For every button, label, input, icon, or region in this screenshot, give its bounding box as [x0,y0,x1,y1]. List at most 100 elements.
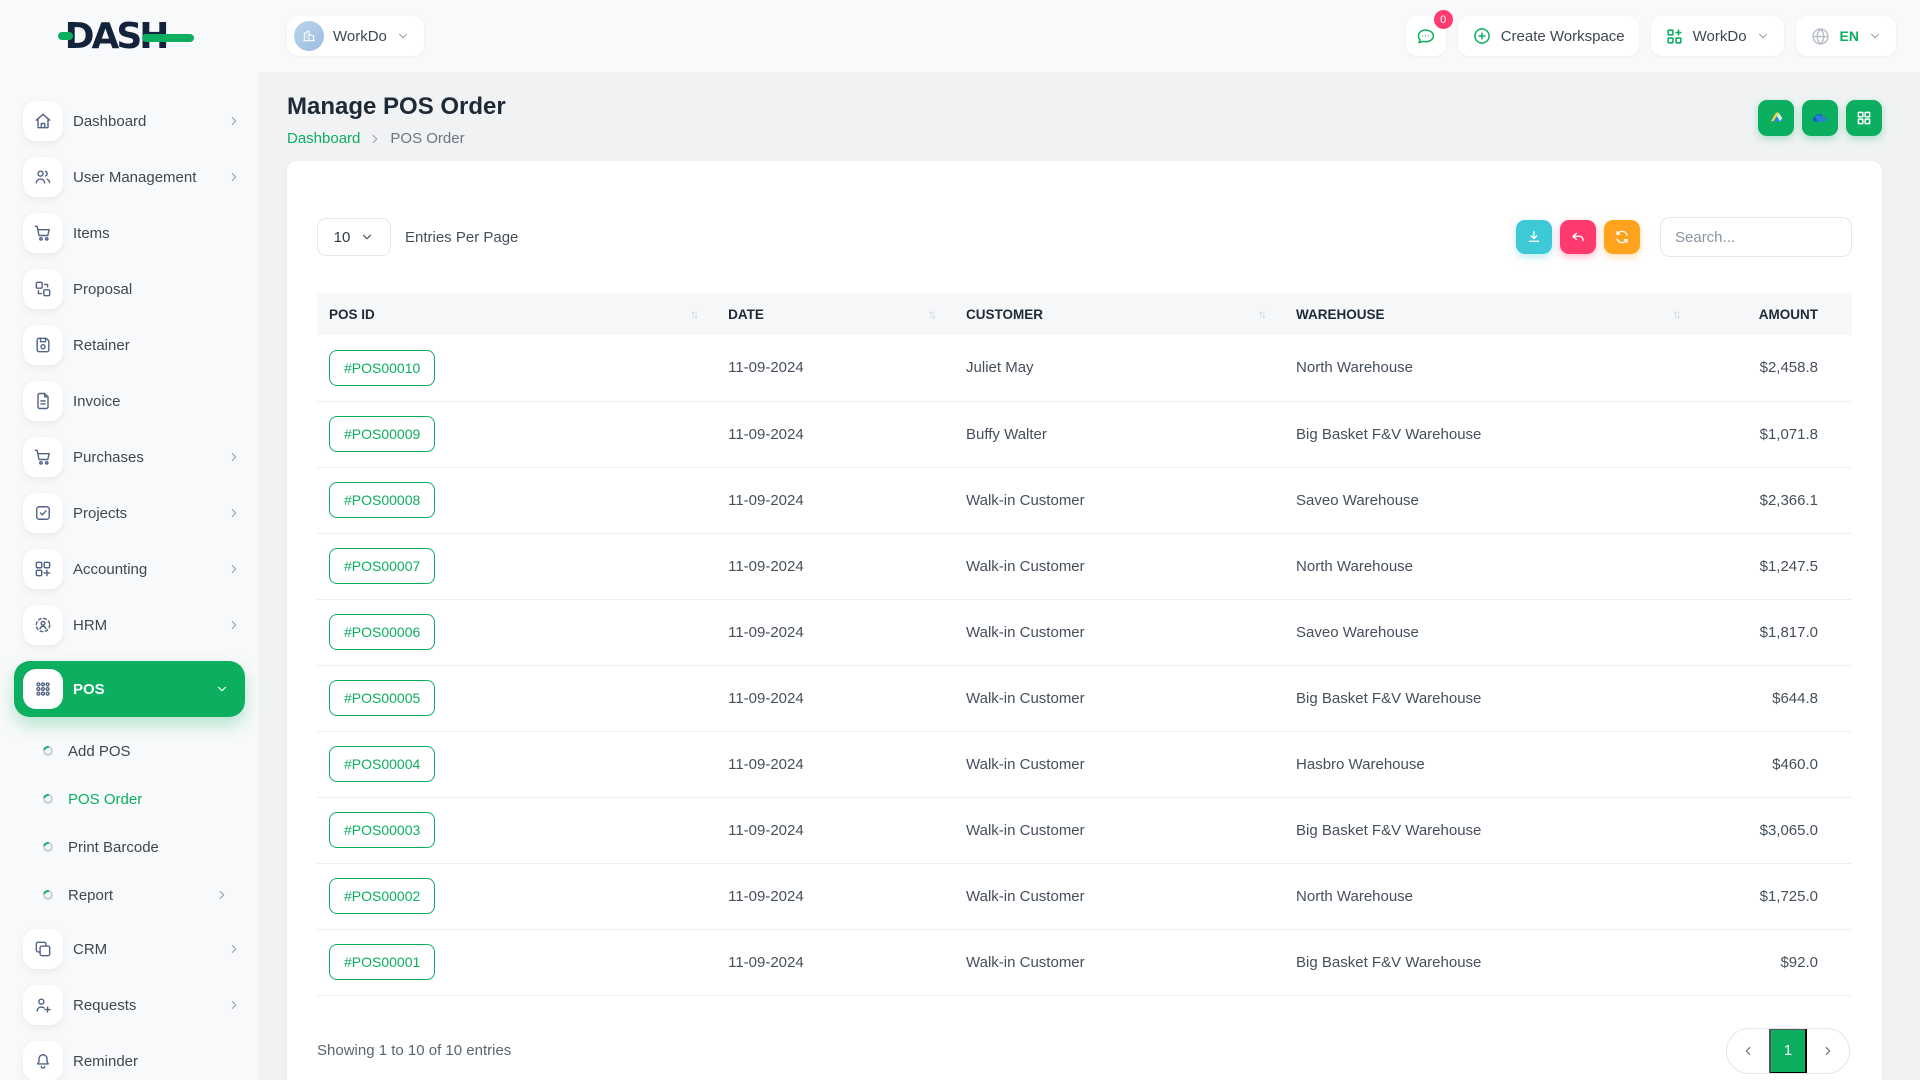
table-row: #POS00003 11-09-2024 Walk-in Customer Bi… [317,797,1852,863]
workdo-menu-button[interactable]: WorkDo [1651,16,1784,56]
download-icon [1526,229,1542,245]
sidebar-subitem-pos-order[interactable]: POS Order [0,775,259,823]
pos-id-link[interactable]: #POS00010 [329,350,435,386]
sidebar-item-proposal[interactable]: Proposal [23,269,241,309]
save-icon [33,335,53,355]
pos-id-link[interactable]: #POS00002 [329,878,435,914]
date-cell: 11-09-2024 [716,797,954,863]
search-input[interactable] [1660,217,1852,257]
chat-bubble-icon [1415,26,1436,47]
sidebar-item-crm[interactable]: CRM [23,929,241,969]
topbar-right-group: 0 Create Workspace WorkDo EN [1406,16,1896,56]
sidebar-item-items[interactable]: Items [23,213,241,253]
date-cell: 11-09-2024 [716,401,954,467]
pagination-page-1[interactable]: 1 [1769,1028,1807,1074]
pos-id-link[interactable]: #POS00005 [329,680,435,716]
chevron-right-icon [227,114,241,128]
language-code: EN [1840,28,1859,44]
table-row: #POS00005 11-09-2024 Walk-in Customer Bi… [317,665,1852,731]
breadcrumb-dashboard-link[interactable]: Dashboard [287,130,360,147]
entries-per-page-select[interactable]: 10 [317,218,391,256]
customer-cell: Walk-in Customer [954,599,1284,665]
date-cell: 11-09-2024 [716,665,954,731]
customer-cell: Buffy Walter [954,401,1284,467]
copy-icon [33,939,53,959]
create-workspace-button[interactable]: Create Workspace [1458,16,1639,56]
pos-id-link[interactable]: #POS00009 [329,416,435,452]
sort-icon: ↑↓ [690,307,716,321]
column-header-pos-id[interactable]: POS ID↑↓ [317,293,716,335]
table-controls: 10 Entries Per Page [317,217,1852,257]
sidebar-item-user-management[interactable]: User Management [23,157,241,197]
column-header-date[interactable]: DATE↑↓ [716,293,954,335]
sidebar-item-projects[interactable]: Projects [23,493,241,533]
amount-cell: $1,247.5 [1698,533,1852,599]
date-cell: 11-09-2024 [716,599,954,665]
pos-table-body: #POS00010 11-09-2024 Juliet May North Wa… [317,335,1852,995]
sidebar-item-hrm[interactable]: HRM [23,605,241,645]
workspace-avatar [294,21,324,51]
chevron-down-icon [1868,29,1882,43]
sidebar-item-dashboard[interactable]: Dashboard [23,101,241,141]
workspace-selector[interactable]: WorkDo [287,16,424,56]
logo-green-bar [142,34,194,42]
export-button[interactable] [1516,220,1552,254]
dots-grid-icon [33,679,53,699]
undo-icon [1570,229,1586,245]
pos-id-link[interactable]: #POS00004 [329,746,435,782]
onedrive-button[interactable] [1802,100,1838,136]
pos-id-link[interactable]: #POS00008 [329,482,435,518]
messages-button[interactable]: 0 [1406,16,1446,56]
globe-icon [1810,26,1831,47]
language-selector[interactable]: EN [1796,16,1896,56]
quick-actions [1758,100,1882,136]
customer-cell: Walk-in Customer [954,863,1284,929]
pagination-next-button[interactable] [1807,1028,1849,1074]
sidebar-item-pos[interactable]: POS [14,661,245,717]
undo-button[interactable] [1560,220,1596,254]
date-cell: 11-09-2024 [716,731,954,797]
home-icon [33,111,53,131]
sort-icon: ↑↓ [928,307,954,321]
sidebar-item-requests[interactable]: Requests [23,985,241,1025]
refresh-icon [1614,229,1630,245]
grid-view-button[interactable] [1846,100,1882,136]
bell-icon [33,1051,53,1071]
column-header-warehouse[interactable]: WAREHOUSE↑↓ [1284,293,1698,335]
pos-id-link[interactable]: #POS00003 [329,812,435,848]
customer-cell: Walk-in Customer [954,533,1284,599]
refresh-button[interactable] [1604,220,1640,254]
sidebar-item-reminder[interactable]: Reminder [23,1041,241,1080]
sidebar-item-retainer[interactable]: Retainer [23,325,241,365]
google-drive-button[interactable] [1758,100,1794,136]
chevron-right-icon [227,506,241,520]
create-workspace-label: Create Workspace [1501,28,1625,45]
sidebar-subitem-print-barcode[interactable]: Print Barcode [0,823,259,871]
column-header-customer[interactable]: CUSTOMER↑↓ [954,293,1284,335]
column-header-amount[interactable]: AMOUNT [1698,293,1852,335]
pos-id-link[interactable]: #POS00006 [329,614,435,650]
sidebar-item-invoice[interactable]: Invoice [23,381,241,421]
sidebar-item-purchases[interactable]: Purchases [23,437,241,477]
warehouse-cell: Big Basket F&V Warehouse [1284,929,1698,995]
chevron-down-icon [1756,29,1770,43]
chevron-right-icon [227,450,241,464]
sidebar-item-accounting[interactable]: Accounting [23,549,241,589]
warehouse-cell: Saveo Warehouse [1284,599,1698,665]
sidebar-subitem-add-pos[interactable]: Add POS [0,727,259,775]
pos-id-link[interactable]: #POS00007 [329,548,435,584]
dash-logo[interactable]: DASH [65,16,195,57]
google-drive-icon [1767,109,1786,128]
date-cell: 11-09-2024 [716,863,954,929]
pos-id-link[interactable]: #POS00001 [329,944,435,980]
chevron-right-icon [227,170,241,184]
chevron-right-icon [1821,1044,1835,1058]
pagination-prev-button[interactable] [1727,1028,1769,1074]
grid-icon [1855,109,1873,127]
customer-cell: Juliet May [954,335,1284,401]
warehouse-cell: Big Basket F&V Warehouse [1284,797,1698,863]
bullet-icon [41,744,55,758]
card-footer: Showing 1 to 10 of 10 entries 1 [317,996,1852,1074]
sidebar-subitem-report[interactable]: Report [0,871,259,919]
date-cell: 11-09-2024 [716,533,954,599]
